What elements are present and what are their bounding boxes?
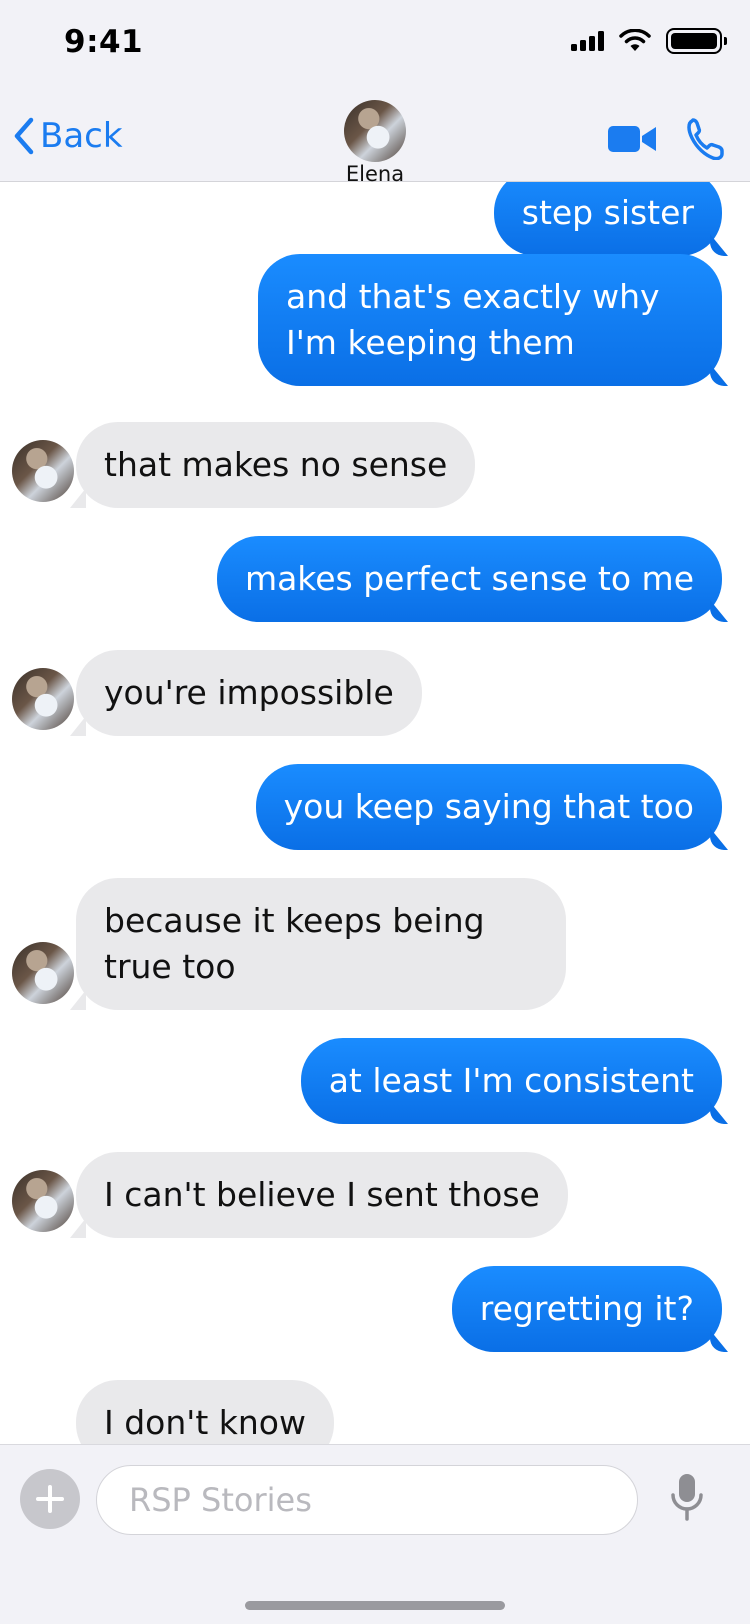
cellular-signal-icon xyxy=(571,31,604,51)
header-actions xyxy=(608,118,724,160)
incoming-message[interactable]: you're impossible xyxy=(76,650,422,736)
incoming-message[interactable]: I don't know xyxy=(76,1380,334,1444)
microphone-icon[interactable] xyxy=(670,1473,704,1521)
outgoing-message[interactable]: makes perfect sense to me xyxy=(216,536,722,622)
battery-icon xyxy=(666,28,727,54)
contact-avatar xyxy=(344,100,406,162)
incoming-message[interactable]: that makes no sense xyxy=(76,422,476,508)
message-composer: RSP Stories xyxy=(0,1444,750,1624)
phone-icon[interactable] xyxy=(686,118,724,160)
contact-name: Elena xyxy=(345,162,405,186)
sender-avatar xyxy=(12,440,74,502)
plus-icon xyxy=(36,1485,64,1513)
sender-avatar xyxy=(12,1170,74,1232)
sender-avatar xyxy=(12,942,74,1004)
incoming-message[interactable]: I can't believe I sent those xyxy=(76,1152,568,1238)
outgoing-message[interactable]: and that's exactly why I'm keeping them xyxy=(258,254,722,386)
sender-avatar xyxy=(12,668,74,730)
status-time: 9:41 xyxy=(64,24,144,60)
navigation-header: 9:41 Back Elena xyxy=(0,0,750,186)
message-input-placeholder: RSP Stories xyxy=(129,1481,312,1519)
video-camera-icon[interactable] xyxy=(608,124,658,154)
status-icons xyxy=(571,28,727,54)
outgoing-message[interactable]: at least I'm consistent xyxy=(300,1038,722,1124)
outgoing-message[interactable]: step sister xyxy=(493,182,722,256)
wifi-icon xyxy=(619,29,651,51)
message-input[interactable]: RSP Stories xyxy=(96,1465,638,1535)
home-indicator[interactable] xyxy=(245,1601,505,1610)
outgoing-message[interactable]: you keep saying that too xyxy=(255,764,722,850)
outgoing-message[interactable]: regretting it? xyxy=(451,1266,722,1352)
message-thread[interactable]: step sister and that's exactly why I'm k… xyxy=(0,182,750,1444)
incoming-message[interactable]: because it keeps being true too xyxy=(76,878,566,1010)
add-attachment-button[interactable] xyxy=(20,1469,80,1529)
